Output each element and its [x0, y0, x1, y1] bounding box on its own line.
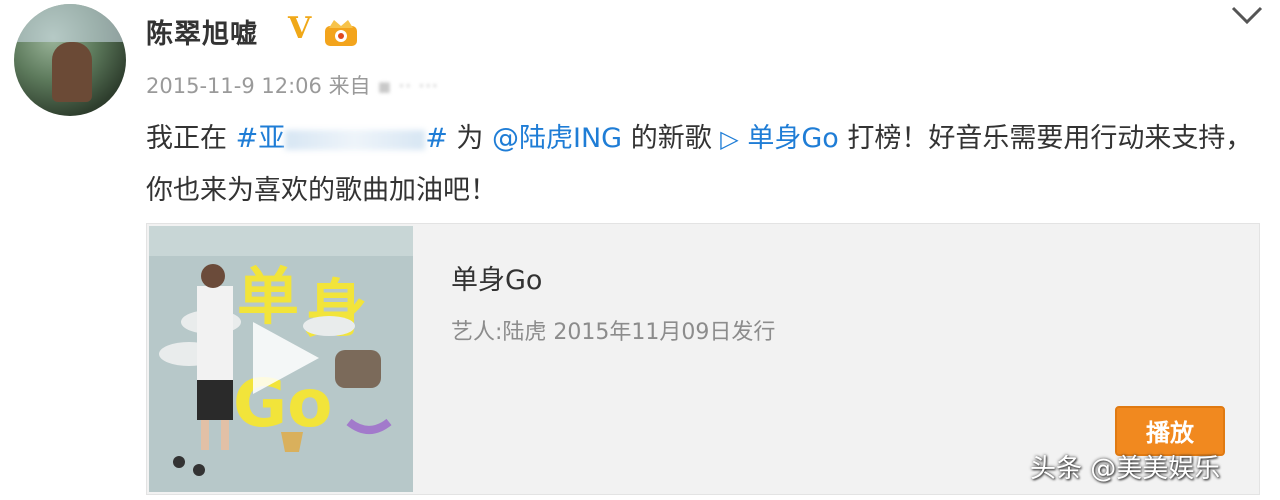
avatar-sky [14, 4, 126, 42]
post-text-part2: 为 [447, 123, 493, 154]
song-link[interactable]: ▷ 单身Go [720, 123, 839, 154]
post-meta: 2015-11-9 12:06 来自 ▪ ·· ··· [146, 70, 438, 100]
song-title[interactable]: 单身Go [451, 258, 542, 297]
source-prefix: 来自 [328, 74, 371, 98]
hashtag-link[interactable]: #亚 # [236, 123, 448, 154]
post-body: 我正在 #亚 # 为 @陆虎ING 的新歌 ▷ 单身Go 打榜！好音乐需要用行动来… [146, 113, 1256, 217]
post-text-part1: 我正在 [146, 123, 236, 154]
avatar-figure [52, 42, 92, 102]
watermark: 头条 @美美娱乐 [1030, 454, 1221, 484]
song-link-label: 单身Go [738, 123, 839, 154]
play-icon[interactable] [233, 310, 329, 406]
hashtag-masked [285, 129, 426, 150]
crown-badge-icon [325, 20, 357, 46]
song-meta: 艺人:陆虎 2015年11月09日发行 [451, 320, 776, 345]
mention-link[interactable]: @陆虎ING [492, 123, 622, 154]
hashtag-end: # [425, 123, 448, 154]
source-blurred: ▪ ·· ··· [377, 74, 439, 98]
avatar[interactable] [14, 4, 126, 116]
album-cover[interactable]: 单 身 Go [149, 226, 413, 492]
chevron-down-icon[interactable] [1230, 4, 1264, 26]
play-outline-icon: ▷ [720, 125, 739, 153]
post-timestamp[interactable]: 2015-11-9 12:06 [146, 74, 322, 98]
post-text-part3: 的新歌 [622, 123, 721, 154]
username[interactable]: 陈翠旭嘘 [146, 12, 258, 51]
verified-v-icon: V [288, 11, 312, 46]
hashtag-start: #亚 [235, 123, 286, 154]
